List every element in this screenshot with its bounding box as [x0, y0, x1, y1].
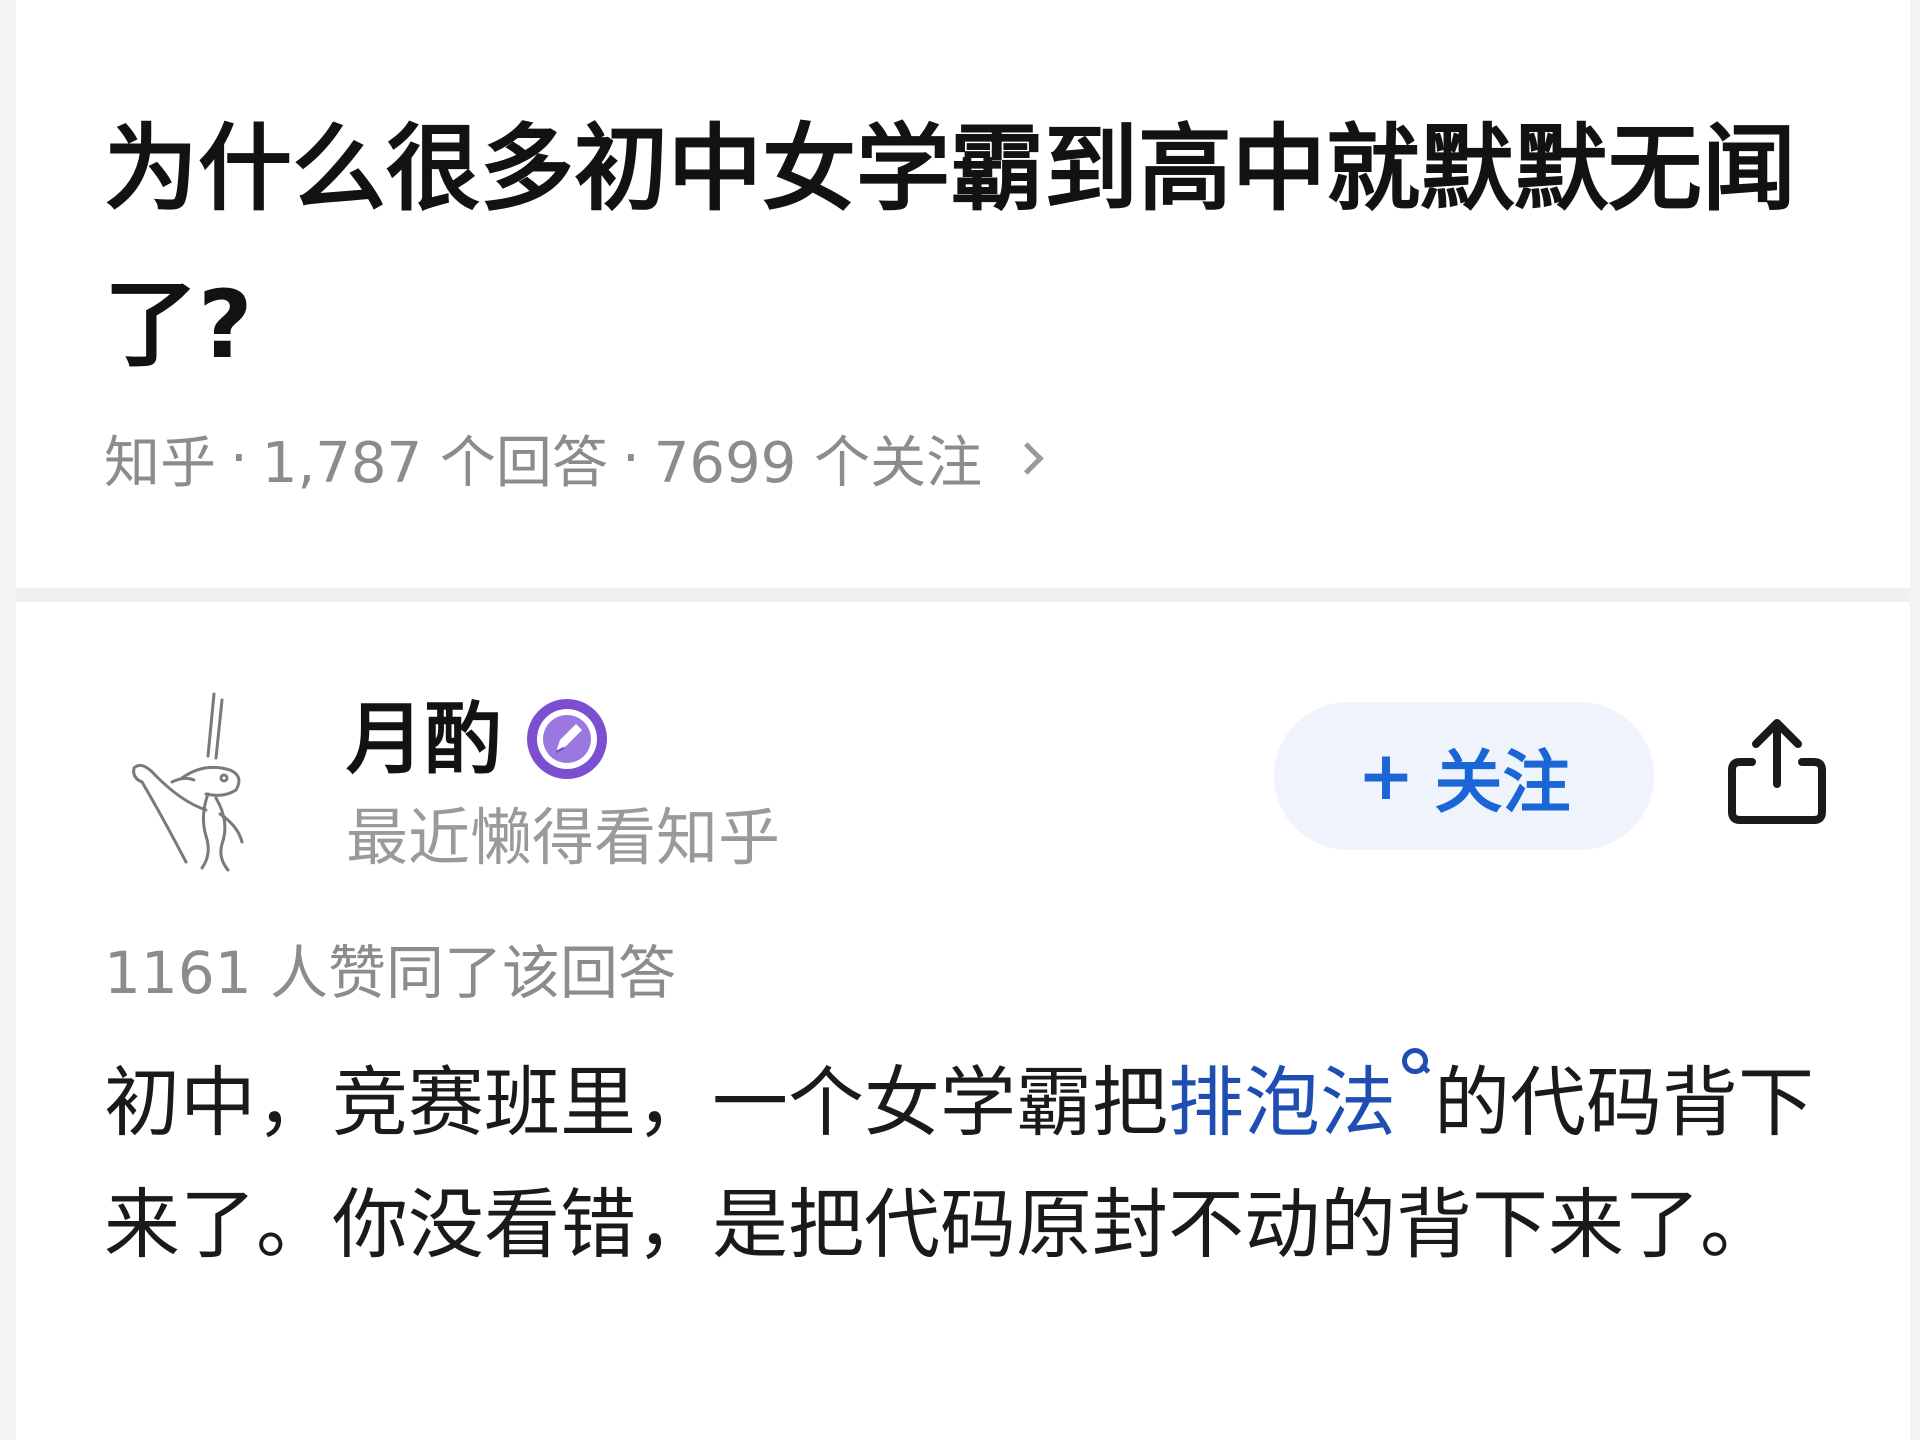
screen: 为什么很多初中女学霸到高中就默默无闻了? 知乎 · 1,787 个回答 · 76…	[0, 0, 1920, 1440]
follow-button-label: 关注	[1434, 743, 1571, 823]
search-link[interactable]: 排泡法	[1168, 1058, 1396, 1147]
plus-icon: +	[1357, 736, 1415, 816]
follow-button[interactable]: + 关注	[1274, 702, 1654, 850]
chevron-right-icon	[1011, 441, 1044, 475]
right-edge	[1910, 0, 1920, 1440]
meta-separator: ·	[621, 425, 640, 491]
source-label: 知乎	[104, 430, 216, 496]
section-divider	[16, 588, 1910, 602]
content-text: 初中，竞赛班里，一个女学霸把	[104, 1058, 1168, 1147]
answer-content[interactable]: 初中，竞赛班里，一个女学霸把排泡法 的代码背下来了。你没看错，是把代码原封不动的背…	[104, 1042, 1844, 1286]
search-icon[interactable]	[1400, 1042, 1430, 1078]
share-icon[interactable]	[1722, 712, 1832, 830]
answer-card: 月酌 最近懒得看知乎 + 关注 1161 人赞同了该回答 初中，竞赛班里，一个女…	[16, 602, 1910, 1440]
answers-count: 1,787 个回答	[261, 430, 608, 496]
question-meta[interactable]: 知乎 · 1,787 个回答 · 7699 个关注	[104, 418, 1044, 498]
verified-pen-badge-icon	[527, 699, 607, 779]
author-name[interactable]: 月酌	[346, 690, 502, 790]
followers-count: 7699 个关注	[653, 430, 983, 496]
question-title[interactable]: 为什么很多初中女学霸到高中就默默无闻了?	[104, 92, 1844, 404]
author-bio: 最近懒得看知乎	[346, 801, 781, 874]
avatar[interactable]	[112, 686, 292, 876]
meta-separator: ·	[230, 425, 248, 491]
upvote-count: 1161 人赞同了该回答	[104, 939, 677, 1007]
left-edge	[0, 0, 16, 1440]
question-header: 为什么很多初中女学霸到高中就默默无闻了? 知乎 · 1,787 个回答 · 76…	[16, 0, 1910, 588]
